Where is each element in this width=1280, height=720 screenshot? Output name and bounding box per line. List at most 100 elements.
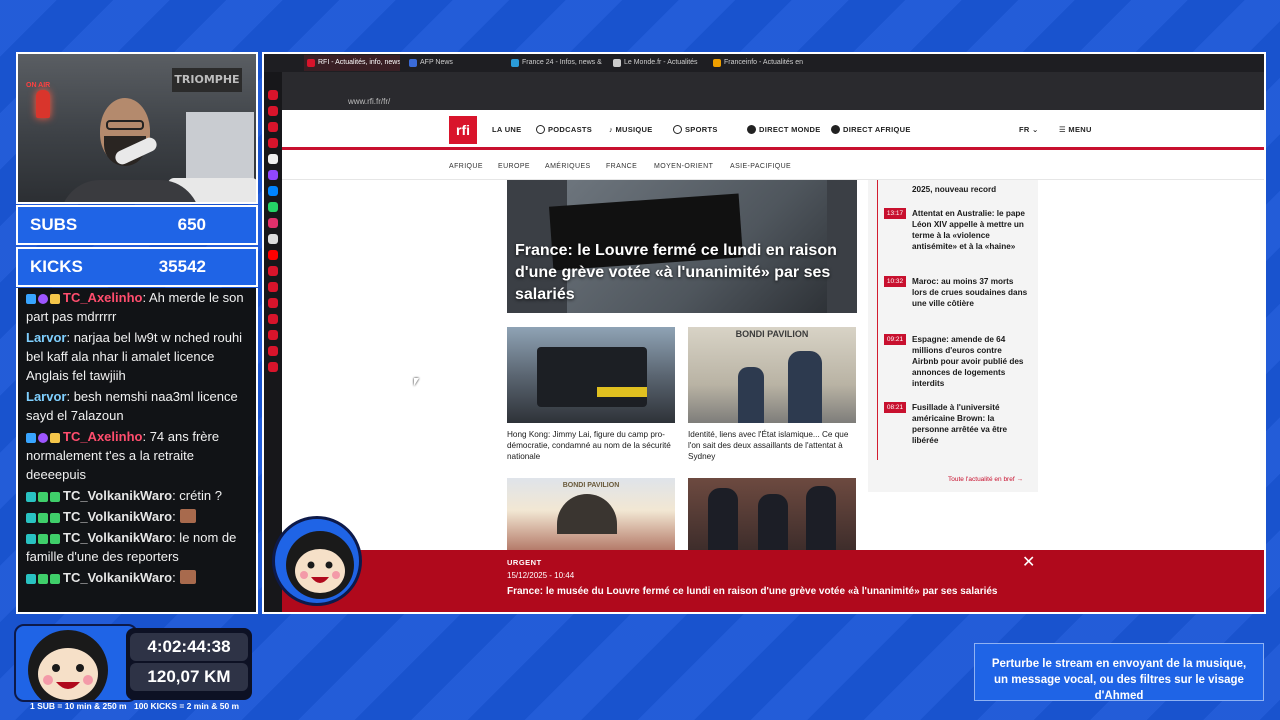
card-title-sydney[interactable]: Identité, liens avec l'État islamique...…	[688, 429, 856, 462]
browser-tab[interactable]: Le Monde.fr - Actualités	[610, 55, 706, 71]
urgent-banner[interactable]: URGENT 15/12/2025 - 10:44 France: le mus…	[282, 550, 1264, 612]
chat-badges	[26, 513, 60, 523]
browser-tab[interactable]: AFP News	[406, 55, 502, 71]
browser-tab[interactable]: Franceinfo - Actualités en	[710, 55, 806, 71]
region-nav-item[interactable]: MOYEN-ORIENT	[654, 163, 713, 170]
chat-text: :	[172, 509, 176, 524]
sidebar-app-icon[interactable]	[268, 154, 278, 164]
feed-text[interactable]: Attentat en Australie: le pape Léon XIV …	[912, 208, 1030, 252]
sidebar-app-icon[interactable]	[268, 90, 278, 100]
badge-icon	[26, 513, 36, 523]
nav-podcasts[interactable]: PODCASTS	[536, 125, 592, 134]
news-feed: 2025, nouveau record 13:17 Attentat en Aus…	[868, 180, 1038, 492]
kicks-value: 35542	[158, 257, 206, 276]
sidebar-app-icon[interactable]	[268, 266, 278, 276]
emote-icon	[179, 509, 196, 523]
language-selector[interactable]: FR ⌄	[1019, 125, 1039, 134]
badge-icon	[38, 574, 48, 584]
favicon-icon	[713, 59, 721, 67]
feed-all-link[interactable]: Toute l'actualité en bref →	[948, 476, 1023, 483]
card-image-hongkong[interactable]	[507, 327, 675, 423]
nav-musique-label: MUSIQUE	[615, 125, 653, 134]
rule-kicks: 100 KICKS = 2 min & 50 m	[134, 701, 240, 711]
region-nav-item[interactable]: EUROPE	[498, 163, 530, 170]
chat-username[interactable]: TC_VolkanikWaro	[63, 509, 172, 524]
sidebar-app-icon[interactable]	[268, 106, 278, 116]
language-label: FR	[1019, 125, 1030, 134]
emote-icon	[179, 570, 196, 584]
cta-banner: Perturbe le stream en envoyant de la mus…	[974, 643, 1264, 702]
feed-text[interactable]: Fusillade à l'université américaine Brow…	[912, 402, 1030, 446]
badge-icon	[26, 492, 36, 502]
sidebar-app-icon[interactable]	[268, 330, 278, 340]
nav-direct-monde[interactable]: DIRECT MONDE	[747, 125, 821, 134]
sidebar-app-icon[interactable]	[268, 138, 278, 148]
chat-badges	[26, 534, 60, 544]
webcam-feed: ON AIR TRIOMPHE	[16, 52, 258, 204]
sidebar-app-icon[interactable]	[268, 282, 278, 292]
card-image-sydney[interactable]: BONDI PAVILION	[688, 327, 856, 423]
chat-username[interactable]: Larvor	[26, 389, 66, 404]
sidebar-app-icon[interactable]	[268, 122, 278, 132]
menu-label: MENU	[1068, 125, 1092, 134]
chat-username[interactable]: TC_VolkanikWaro	[63, 488, 172, 503]
close-icon[interactable]: ✕	[1022, 554, 1035, 572]
card-title-hongkong[interactable]: Hong Kong: Jimmy Lai, figure du camp pro…	[507, 429, 675, 462]
chat-panel[interactable]: TC_Axelinho: Ah merde le son part pas md…	[16, 288, 258, 614]
region-nav-item[interactable]: AMÉRIQUES	[545, 163, 591, 170]
chat-username[interactable]: TC_Axelinho	[63, 429, 142, 444]
sidebar-app-icon[interactable]	[268, 346, 278, 356]
sidebar-app-icon[interactable]	[268, 202, 278, 212]
hero-title[interactable]: France: le Louvre fermé ce lundi en rais…	[515, 240, 845, 306]
sidebar-app-icon[interactable]	[268, 362, 278, 372]
menu-button[interactable]: ☰ MENU	[1059, 125, 1092, 134]
feed-text[interactable]: Espagne: amende de 64 millions d'euros c…	[912, 334, 1030, 389]
region-nav-item[interactable]: AFRIQUE	[449, 163, 483, 170]
badge-icon	[50, 492, 60, 502]
region-nav-item[interactable]: FRANCE	[606, 163, 637, 170]
badge-icon	[26, 534, 36, 544]
tab-label: Le Monde.fr - Actualités	[624, 59, 698, 66]
rfi-page: rfi LA UNE PODCASTS ♪ MUSIQUE SPORTS DIR…	[282, 110, 1264, 612]
sidebar-app-icon[interactable]	[268, 250, 278, 260]
rfi-header: rfi LA UNE PODCASTS ♪ MUSIQUE SPORTS DIR…	[282, 110, 1264, 150]
address-bar[interactable]: www.rfi.fr/fr/	[300, 94, 1080, 110]
badge-icon	[50, 534, 60, 544]
card-image-politics[interactable]	[688, 478, 856, 550]
badge-icon	[50, 294, 60, 304]
feed-text[interactable]: Maroc: au moins 37 morts lors de crues s…	[912, 276, 1030, 309]
sidebar-app-icon[interactable]	[268, 314, 278, 324]
card-image-memorial[interactable]: BONDI PAVILION	[507, 478, 675, 550]
chat-message: TC_VolkanikWaro: crétin ?	[26, 486, 250, 505]
rule-subs: 1 SUB = 10 min & 250 m	[30, 701, 127, 711]
nav-musique[interactable]: ♪ MUSIQUE	[609, 125, 653, 134]
region-nav-item[interactable]: ASIE-PACIFIQUE	[730, 163, 791, 170]
browser-tab[interactable]: France 24 - Infos, news &	[508, 55, 604, 71]
feed-text[interactable]: 2025, nouveau record	[912, 184, 1030, 195]
chat-badges	[26, 574, 60, 584]
nav-direct-afrique[interactable]: DIRECT AFRIQUE	[831, 125, 911, 134]
chat-message: Larvor: besh nemshi naa3ml licence sayd …	[26, 387, 250, 425]
urgent-text[interactable]: France: le musée du Louvre fermé ce lund…	[507, 585, 1007, 598]
chat-username[interactable]: Larvor	[26, 330, 66, 345]
sidebar-app-icon[interactable]	[268, 234, 278, 244]
sidebar-app-icon[interactable]	[268, 170, 278, 180]
chat-username[interactable]: TC_VolkanikWaro	[63, 570, 172, 585]
chat-badges	[26, 433, 60, 443]
play-icon	[831, 125, 840, 134]
favicon-icon	[307, 59, 315, 67]
nav-sports[interactable]: SPORTS	[673, 125, 718, 134]
hero-article[interactable]: France: le Louvre fermé ce lundi en rais…	[507, 180, 857, 313]
rfi-logo[interactable]: rfi	[449, 116, 477, 144]
mouse-cursor-icon	[414, 378, 419, 386]
browser-tab[interactable]: RFI - Actualités, info, news	[304, 55, 400, 71]
tab-label: AFP News	[420, 59, 453, 66]
chat-message: Larvor: narjaa bel lw9t w nched rouhi be…	[26, 328, 250, 385]
chat-username[interactable]: TC_Axelinho	[63, 290, 142, 305]
sidebar-app-icon[interactable]	[268, 218, 278, 228]
badge-icon	[50, 513, 60, 523]
sidebar-app-icon[interactable]	[268, 298, 278, 308]
sidebar-app-icon[interactable]	[268, 186, 278, 196]
chat-username[interactable]: TC_VolkanikWaro	[63, 530, 172, 545]
nav-la-une[interactable]: LA UNE	[492, 125, 521, 134]
